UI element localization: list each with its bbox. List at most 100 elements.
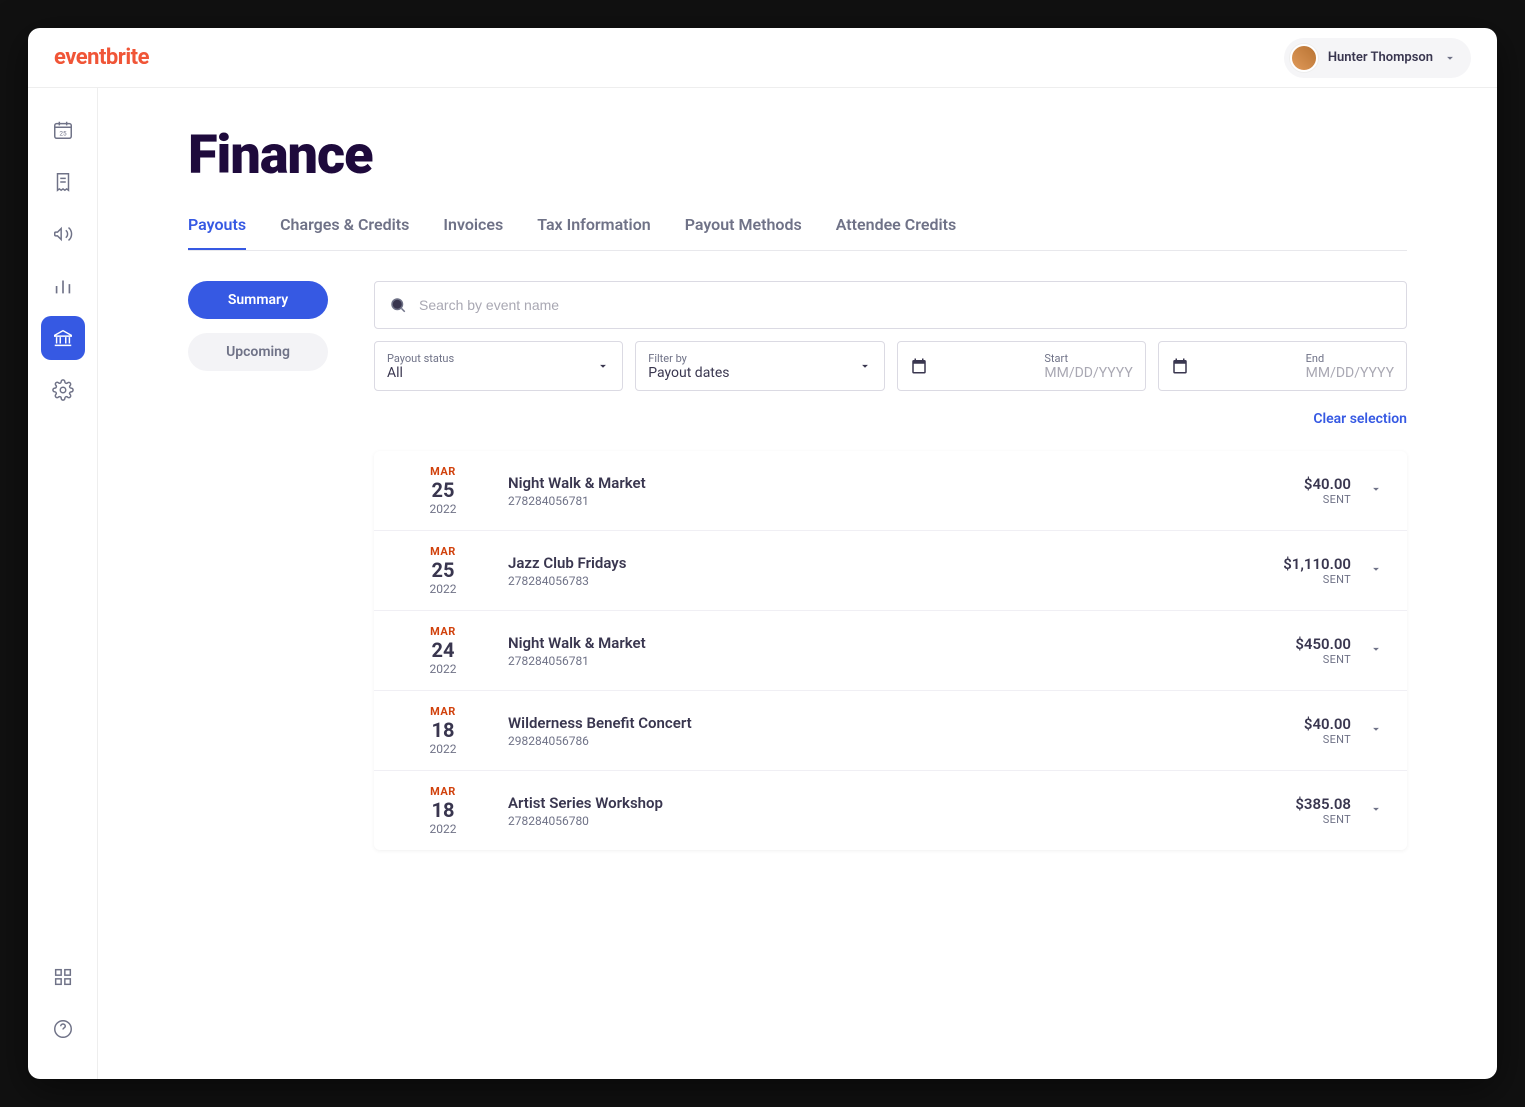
sidenav: 25 [28,88,98,1079]
payout-list: MAR 25 2022 Night Walk & Market 27828405… [374,451,1407,850]
filter-value: Payout dates [648,365,729,381]
amount-status: SENT [1283,573,1351,586]
event-name: Night Walk & Market [508,474,1304,492]
receipt-icon [52,171,74,193]
tab-payouts[interactable]: Payouts [188,215,246,250]
filter-payout-status[interactable]: Payout status All [374,341,623,391]
topbar: eventbrite Hunter Thompson [28,28,1497,88]
chevron-down-icon [1369,802,1383,816]
sidetab-upcoming[interactable]: Upcoming [188,333,328,371]
date-year: 2022 [398,662,488,676]
filter-filter-by[interactable]: Filter by Payout dates [635,341,884,391]
expand-toggle[interactable] [1369,641,1383,660]
payout-row[interactable]: MAR 24 2022 Night Walk & Market 27828405… [374,611,1407,691]
payout-event: Jazz Club Fridays 278284056783 [488,554,1283,588]
filter-label: End [1306,352,1394,365]
nav-finance[interactable] [41,316,85,360]
bar-chart-icon [52,275,74,297]
payout-date: MAR 24 2022 [398,625,488,676]
tab-attendee-credits[interactable]: Attendee Credits [836,215,957,250]
payout-date: MAR 18 2022 [398,785,488,836]
chevron-down-icon [858,359,872,373]
date-year: 2022 [398,582,488,596]
user-menu[interactable]: Hunter Thompson [1284,38,1471,78]
brand-logo[interactable]: eventbrite [54,45,149,70]
date-month: MAR [398,785,488,798]
megaphone-icon [52,223,74,245]
expand-toggle[interactable] [1369,801,1383,820]
bank-icon [52,327,74,349]
tab-tax-information[interactable]: Tax Information [537,215,650,250]
event-name: Artist Series Workshop [508,794,1295,812]
nav-calendar[interactable]: 25 [41,108,85,152]
expand-toggle[interactable] [1369,721,1383,740]
page-title: Finance [188,124,1407,187]
search-box[interactable] [374,281,1407,329]
date-day: 24 [398,638,488,662]
calendar-icon: 25 [52,119,74,141]
date-month: MAR [398,545,488,558]
tab-invoices[interactable]: Invoices [443,215,503,250]
date-day: 25 [398,478,488,502]
calendar-icon [1171,357,1189,375]
date-day: 25 [398,558,488,582]
nav-settings[interactable] [41,368,85,412]
payout-amount: $1,110.00 SENT [1283,555,1351,586]
event-id: 278284056781 [508,494,1304,508]
date-year: 2022 [398,822,488,836]
nav-orders[interactable] [41,160,85,204]
payout-date: MAR 25 2022 [398,465,488,516]
payout-amount: $450.00 SENT [1295,635,1351,666]
payout-event: Night Walk & Market 278284056781 [488,634,1295,668]
amount-status: SENT [1304,733,1351,746]
tab-payout-methods[interactable]: Payout Methods [685,215,802,250]
tabs: Payouts Charges & Credits Invoices Tax Info… [188,215,1407,251]
chevron-down-icon [1369,562,1383,576]
filter-label: Filter by [648,352,729,365]
filter-label: Payout status [387,352,454,365]
event-name: Night Walk & Market [508,634,1295,652]
chevron-down-icon [1369,722,1383,736]
amount-status: SENT [1304,493,1351,506]
nav-marketing[interactable] [41,212,85,256]
clear-selection-link[interactable]: Clear selection [1313,411,1407,427]
expand-toggle[interactable] [1369,561,1383,580]
sidetab-summary[interactable]: Summary [188,281,328,319]
filter-start-date[interactable]: Start MM/DD/YYYY [897,341,1146,391]
expand-toggle[interactable] [1369,481,1383,500]
payout-event: Artist Series Workshop 278284056780 [488,794,1295,828]
payout-row[interactable]: MAR 18 2022 Wilderness Benefit Concert 2… [374,691,1407,771]
payout-date: MAR 18 2022 [398,705,488,756]
payout-row[interactable]: MAR 25 2022 Night Walk & Market 27828405… [374,451,1407,531]
payout-event: Wilderness Benefit Concert 298284056786 [488,714,1304,748]
payout-amount: $385.08 SENT [1295,795,1351,826]
calendar-icon [910,357,928,375]
event-name: Wilderness Benefit Concert [508,714,1304,732]
search-input[interactable] [419,297,1392,313]
event-id: 278284056781 [508,654,1295,668]
payout-amount: $40.00 SENT [1304,715,1351,746]
payout-row[interactable]: MAR 18 2022 Artist Series Workshop 27828… [374,771,1407,850]
amount-status: SENT [1295,813,1351,826]
chevron-down-icon [1443,51,1457,65]
date-month: MAR [398,705,488,718]
payout-row[interactable]: MAR 25 2022 Jazz Club Fridays 2782840567… [374,531,1407,611]
nav-reports[interactable] [41,264,85,308]
tab-charges-credits[interactable]: Charges & Credits [280,215,409,250]
payout-event: Night Walk & Market 278284056781 [488,474,1304,508]
search-icon [389,296,407,314]
nav-help[interactable] [41,1007,85,1051]
filter-label: Start [1044,352,1132,365]
amount-value: $450.00 [1295,635,1351,653]
filter-value: All [387,365,454,381]
chevron-down-icon [596,359,610,373]
content: Finance Payouts Charges & Credits Invoices… [98,88,1497,1079]
nav-apps[interactable] [41,955,85,999]
date-day: 18 [398,798,488,822]
date-month: MAR [398,625,488,638]
filter-placeholder: MM/DD/YYYY [1044,365,1132,381]
date-month: MAR [398,465,488,478]
user-name: Hunter Thompson [1328,50,1433,65]
filter-end-date[interactable]: End MM/DD/YYYY [1158,341,1407,391]
help-icon [52,1018,74,1040]
